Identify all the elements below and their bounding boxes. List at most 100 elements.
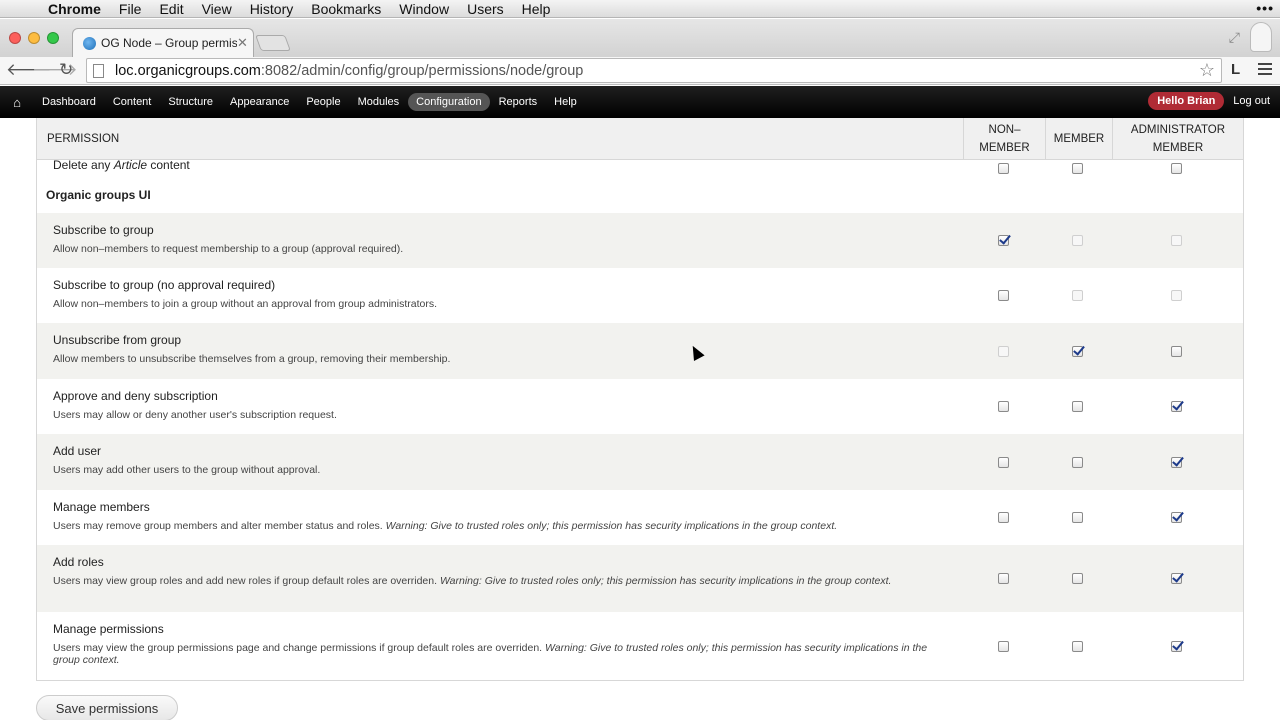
checkbox-cell bbox=[1044, 545, 1111, 612]
table-row: Subscribe to group (no approval required… bbox=[37, 268, 1243, 323]
admin-nav-structure[interactable]: Structure bbox=[160, 93, 221, 111]
header-administrator-member: ADMINISTRATOR MEMBER bbox=[1112, 118, 1243, 159]
checkbox-cell bbox=[1111, 323, 1242, 379]
menu-app-name[interactable]: Chrome bbox=[46, 1, 110, 17]
bookmark-star-icon[interactable]: ☆ bbox=[1199, 60, 1215, 81]
main-content: PERMISSION NON– MEMBER MEMBER ADMINISTRA… bbox=[0, 118, 1280, 720]
admin-nav-configuration[interactable]: Configuration bbox=[408, 93, 490, 111]
checkbox-cell bbox=[1044, 268, 1111, 323]
permission-checkbox[interactable] bbox=[997, 401, 1009, 412]
admin-nav-appearance[interactable]: Appearance bbox=[222, 93, 297, 111]
admin-nav-reports[interactable]: Reports bbox=[491, 93, 546, 111]
menu-edit[interactable]: Edit bbox=[150, 1, 192, 17]
minimize-window-icon[interactable] bbox=[28, 32, 40, 44]
admin-nav-help[interactable]: Help bbox=[546, 93, 585, 111]
page-icon bbox=[93, 63, 104, 78]
table-row: Manage permissions Users may view the gro… bbox=[37, 612, 1243, 680]
checkbox-cell bbox=[1111, 268, 1242, 323]
permission-checkbox[interactable] bbox=[997, 235, 1009, 246]
permission-title: Subscribe to group (no approval required… bbox=[53, 278, 276, 292]
fullscreen-icon[interactable]: ⤢ bbox=[1229, 29, 1240, 46]
table-row: Subscribe to group Allow non–members to r… bbox=[37, 213, 1243, 268]
permission-checkbox bbox=[1171, 235, 1182, 246]
permission-checkbox[interactable] bbox=[1072, 345, 1083, 357]
more-icon[interactable]: ••• bbox=[1256, 0, 1274, 16]
permission-checkbox[interactable] bbox=[1072, 163, 1083, 174]
permission-checkbox[interactable] bbox=[1171, 401, 1182, 412]
close-tab-icon[interactable]: ✕ bbox=[237, 35, 253, 51]
permission-cell: Subscribe to group (no approval required… bbox=[37, 268, 962, 323]
admin-nav-modules[interactable]: Modules bbox=[350, 93, 408, 111]
checkbox-cell bbox=[962, 213, 1044, 268]
permission-checkbox[interactable] bbox=[1171, 345, 1182, 357]
reload-icon[interactable]: ↻ bbox=[59, 60, 73, 80]
checkbox-cell bbox=[1044, 379, 1111, 434]
os-menubar: Chrome File Edit View History Bookmarks … bbox=[0, 0, 1280, 18]
permission-checkbox[interactable] bbox=[1072, 401, 1083, 412]
permissions-table-header: PERMISSION NON– MEMBER MEMBER ADMINISTRA… bbox=[36, 118, 1244, 160]
permission-checkbox[interactable] bbox=[1171, 640, 1182, 652]
checkbox-cell bbox=[962, 379, 1044, 434]
tab-title: OG Node – Group permissi bbox=[101, 36, 237, 50]
permission-checkbox[interactable] bbox=[1171, 163, 1182, 174]
permission-checkbox[interactable] bbox=[1072, 456, 1083, 468]
description-text: Users may add other users to the group w… bbox=[53, 464, 321, 476]
menu-window[interactable]: Window bbox=[390, 1, 458, 17]
table-row: Approve and deny subscription Users may a… bbox=[37, 379, 1243, 434]
browser-toolbar: 🡐 🡒 ↻ loc.organicgroups.com :8082/admin/… bbox=[0, 57, 1280, 85]
checkbox-cell bbox=[1044, 490, 1111, 545]
permission-checkbox[interactable] bbox=[997, 573, 1009, 584]
browser-tab[interactable]: OG Node – Group permissi ✕ bbox=[72, 28, 254, 57]
permission-title: Add roles bbox=[53, 555, 104, 569]
permission-title: Manage permissions bbox=[53, 622, 164, 636]
menu-file[interactable]: File bbox=[110, 1, 151, 17]
admin-nav-dashboard[interactable]: Dashboard bbox=[34, 93, 104, 111]
menu-help[interactable]: Help bbox=[513, 1, 560, 17]
menu-users[interactable]: Users bbox=[458, 1, 513, 17]
permission-checkbox[interactable] bbox=[997, 290, 1009, 301]
url-host: loc.organicgroups.com bbox=[115, 62, 261, 79]
menu-bookmarks[interactable]: Bookmarks bbox=[302, 1, 390, 17]
logout-link[interactable]: Log out bbox=[1233, 95, 1270, 107]
permission-checkbox[interactable] bbox=[1171, 456, 1182, 468]
permission-checkbox[interactable] bbox=[1171, 512, 1182, 523]
admin-nav-people[interactable]: People bbox=[298, 93, 348, 111]
checkbox-cell bbox=[1111, 490, 1242, 545]
permission-checkbox[interactable] bbox=[1072, 573, 1083, 584]
description-text: Users may view the group permissions pag… bbox=[53, 642, 543, 654]
chrome-menu-icon[interactable] bbox=[1258, 63, 1272, 78]
checkbox-cell bbox=[1111, 213, 1242, 268]
checkbox-cell bbox=[1044, 213, 1111, 268]
permission-checkbox[interactable] bbox=[1072, 640, 1083, 652]
zoom-window-icon[interactable] bbox=[47, 32, 59, 44]
checkbox-cell bbox=[962, 434, 1044, 490]
address-bar[interactable]: loc.organicgroups.com :8082/admin/config… bbox=[86, 58, 1222, 83]
permission-checkbox[interactable] bbox=[1072, 512, 1083, 523]
menu-view[interactable]: View bbox=[193, 1, 241, 17]
checkbox-cell bbox=[962, 490, 1044, 545]
permission-checkbox[interactable] bbox=[997, 163, 1009, 174]
header-member: MEMBER bbox=[1045, 118, 1112, 159]
checkbox-cell bbox=[962, 545, 1044, 612]
user-greeting-link[interactable]: Hello Brian bbox=[1148, 92, 1225, 110]
permission-checkbox[interactable] bbox=[1171, 573, 1182, 584]
menu-history[interactable]: History bbox=[241, 1, 303, 17]
permission-checkbox[interactable] bbox=[997, 640, 1009, 652]
permission-title: Unsubscribe from group bbox=[53, 333, 182, 347]
table-row: Manage members Users may remove group mem… bbox=[37, 490, 1243, 545]
permission-description: Allow non–members to join a group withou… bbox=[53, 298, 962, 310]
home-icon[interactable]: ⌂ bbox=[0, 95, 34, 110]
permission-checkbox[interactable] bbox=[997, 456, 1009, 468]
close-window-icon[interactable] bbox=[9, 32, 21, 44]
save-permissions-button[interactable]: Save permissions bbox=[36, 695, 178, 720]
security-warning: Warning: Give to trusted roles only; thi… bbox=[385, 520, 838, 532]
extension-button[interactable]: L bbox=[1231, 61, 1240, 78]
permission-title: Delete any Article content bbox=[53, 158, 190, 172]
admin-nav-content[interactable]: Content bbox=[105, 93, 160, 111]
permission-checkbox[interactable] bbox=[997, 512, 1009, 523]
description-text: Allow non–members to request membership … bbox=[53, 243, 404, 255]
permission-description: Users may add other users to the group w… bbox=[53, 464, 962, 476]
new-tab-button[interactable] bbox=[255, 35, 291, 51]
profile-icon[interactable] bbox=[1250, 22, 1272, 52]
permission-title: Add user bbox=[53, 444, 102, 458]
